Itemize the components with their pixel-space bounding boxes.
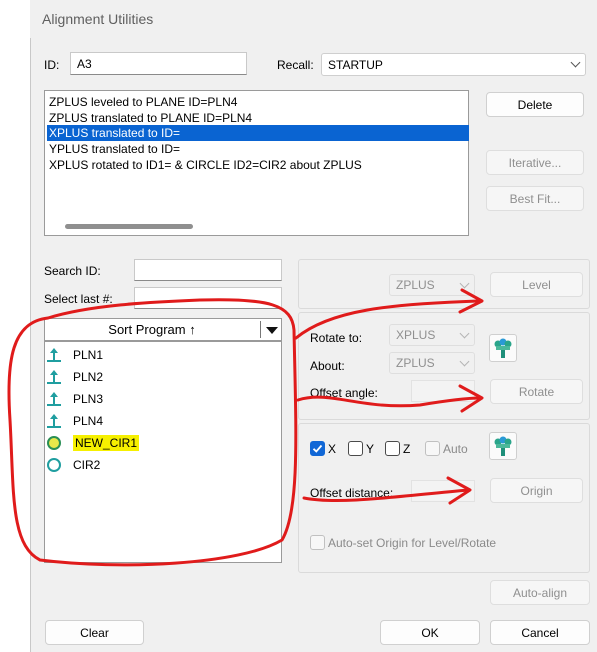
feature-item[interactable]: PLN1	[47, 345, 103, 365]
rotate-to-value: XPLUS	[396, 328, 436, 342]
feature-item[interactable]: PLN3	[47, 389, 103, 409]
alignment-list[interactable]: ZPLUS leveled to PLANE ID=PLN4 ZPLUS tra…	[44, 90, 469, 236]
origin-button[interactable]: Origin	[490, 478, 583, 503]
probe-icon	[494, 338, 512, 358]
z-label: Z	[403, 442, 411, 456]
cancel-button[interactable]: Cancel	[490, 620, 590, 645]
sort-program-button[interactable]: Sort Program ↑	[45, 319, 259, 340]
rotate-to-dropdown[interactable]: XPLUS	[389, 324, 475, 346]
about-label: About:	[310, 359, 345, 373]
auto-set-origin-checkbox[interactable]	[310, 535, 325, 550]
auto-checkbox[interactable]	[425, 441, 440, 456]
rotate-to-label: Rotate to:	[310, 331, 363, 345]
window-title: Alignment Utilities	[42, 11, 154, 27]
offset-distance-label: Offset distance:	[310, 486, 394, 500]
level-axis-value: ZPLUS	[396, 278, 435, 292]
rotate-button[interactable]: Rotate	[490, 379, 583, 404]
chevron-down-icon	[570, 57, 581, 68]
delete-button[interactable]: Delete	[486, 92, 584, 117]
level-button[interactable]: Level	[490, 272, 583, 297]
offset-angle-label: Offset angle:	[310, 386, 378, 400]
rotate-probe-button[interactable]	[489, 334, 517, 362]
alignment-item[interactable]: XPLUS rotated to ID1= & CIRCLE ID2=CIR2 …	[47, 157, 469, 173]
feature-list[interactable]: PLN1 PLN2 PLN3 PLN4 NEW_CIR1 CIR2	[44, 341, 282, 563]
chevron-down-icon	[459, 278, 470, 289]
iterative-button[interactable]: Iterative...	[486, 150, 584, 175]
level-axis-dropdown[interactable]: ZPLUS	[389, 274, 475, 296]
chevron-down-icon	[459, 356, 470, 367]
feature-name: PLN4	[73, 414, 104, 428]
auto-label: Auto	[443, 442, 468, 456]
auto-set-origin-label: Auto-set Origin for Level/Rotate	[328, 536, 497, 550]
feature-name: PLN3	[73, 392, 104, 406]
feature-name: PLN1	[73, 348, 104, 362]
select-last-input[interactable]	[134, 287, 282, 309]
feature-name: NEW_CIR1	[73, 435, 140, 451]
horizontal-scrollbar-thumb[interactable]	[65, 224, 193, 229]
select-last-label: Select last #:	[44, 292, 113, 306]
offset-distance-input[interactable]	[411, 480, 475, 502]
ok-button[interactable]: OK	[380, 620, 480, 645]
id-label: ID:	[44, 58, 60, 72]
search-id-label: Search ID:	[44, 264, 101, 278]
dropdown-arrow-icon[interactable]	[266, 327, 278, 334]
about-dropdown[interactable]: ZPLUS	[389, 352, 475, 374]
chevron-down-icon	[459, 328, 470, 339]
alignment-item[interactable]: YPLUS translated to ID=	[47, 141, 469, 157]
origin-probe-button[interactable]	[489, 432, 517, 460]
z-checkbox[interactable]	[385, 441, 400, 456]
feature-item-highlighted[interactable]: NEW_CIR1	[47, 433, 140, 453]
id-input[interactable]: A3	[70, 52, 247, 75]
y-checkbox[interactable]	[348, 441, 363, 456]
best-fit-button[interactable]: Best Fit...	[486, 186, 584, 211]
circle-icon	[47, 458, 61, 472]
feature-item[interactable]: PLN2	[47, 367, 103, 387]
sort-divider	[260, 321, 261, 338]
about-value: ZPLUS	[396, 356, 435, 370]
probe-icon	[494, 436, 512, 456]
clear-button[interactable]: Clear	[45, 620, 144, 645]
plane-icon	[47, 414, 61, 428]
circle-icon	[47, 436, 61, 450]
alignment-item[interactable]: ZPLUS translated to PLANE ID=PLN4	[47, 110, 469, 126]
recall-dropdown[interactable]: STARTUP	[321, 53, 586, 76]
plane-icon	[47, 370, 61, 384]
feature-item[interactable]: PLN4	[47, 411, 103, 431]
feature-name: CIR2	[73, 458, 101, 472]
x-label: X	[328, 442, 337, 456]
alignment-item[interactable]: ZPLUS leveled to PLANE ID=PLN4	[47, 94, 469, 110]
plane-icon	[47, 348, 61, 362]
feature-item[interactable]: CIR2	[47, 455, 100, 475]
checkmark-icon	[312, 444, 323, 453]
x-checkbox[interactable]	[310, 441, 325, 456]
auto-align-button[interactable]: Auto-align	[490, 580, 590, 605]
y-label: Y	[366, 442, 375, 456]
feature-name: PLN2	[73, 370, 104, 384]
offset-angle-input[interactable]	[411, 380, 475, 402]
search-id-input[interactable]	[134, 259, 282, 281]
recall-label: Recall:	[277, 58, 314, 72]
plane-icon	[47, 392, 61, 406]
alignment-item-selected[interactable]: XPLUS translated to ID=	[47, 125, 469, 141]
recall-value: STARTUP	[328, 58, 383, 72]
sort-header[interactable]: Sort Program ↑	[44, 318, 282, 341]
